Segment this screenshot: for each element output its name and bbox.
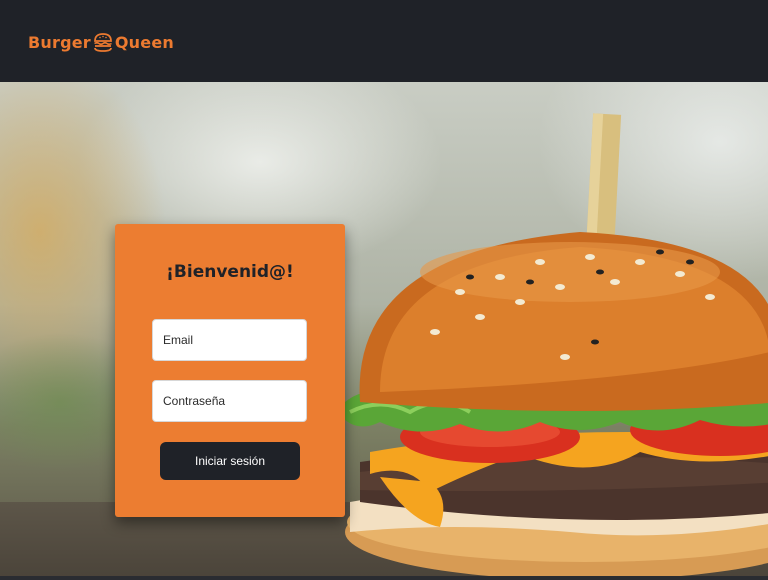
burger-photo (345, 113, 768, 576)
burger-icon (92, 31, 114, 53)
brand-logo[interactable]: Burger Queen (28, 30, 174, 54)
password-input[interactable] (152, 380, 307, 422)
logo-text-burger: Burger (28, 32, 91, 52)
login-title: ¡Bienvenid@! (166, 262, 294, 282)
login-button[interactable]: Iniciar sesión (160, 442, 300, 480)
login-card: ¡Bienvenid@! Iniciar sesión (115, 224, 345, 517)
bottom-bar (0, 576, 768, 580)
email-input[interactable] (152, 319, 307, 361)
logo-text-queen: Queen (114, 32, 174, 52)
top-header: Burger Queen (0, 0, 768, 82)
